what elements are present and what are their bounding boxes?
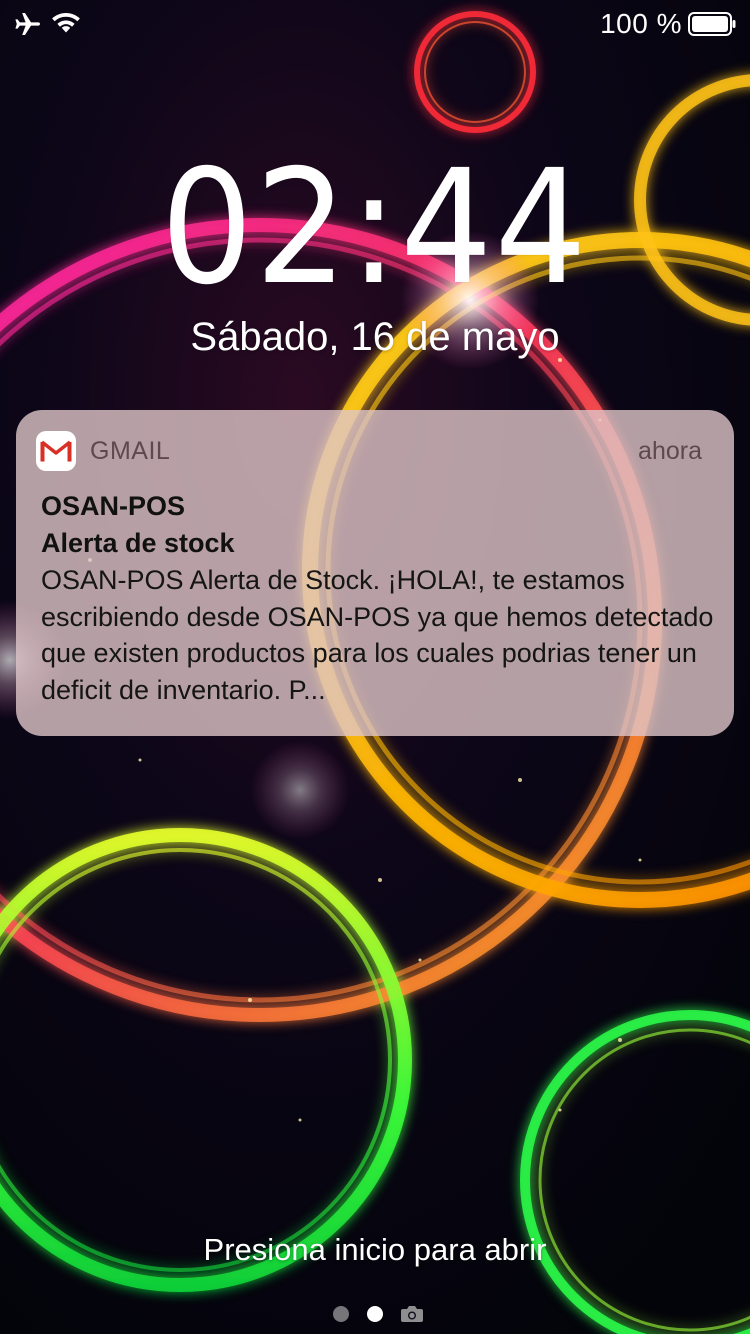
camera-icon[interactable] bbox=[400, 1304, 424, 1324]
page-dot-widgets[interactable] bbox=[333, 1306, 349, 1322]
gmail-notification[interactable]: GMAIL ahora OSAN-POS Alerta de stock OSA… bbox=[16, 410, 734, 736]
wifi-icon bbox=[52, 13, 80, 33]
lock-screen-date: Sábado, 16 de mayo bbox=[190, 315, 560, 359]
notification-time: ahora bbox=[638, 437, 702, 465]
unlock-hint: Presiona inicio para abrir bbox=[203, 1232, 547, 1267]
status-bar: 100 % bbox=[0, 0, 750, 48]
notification-app-name: GMAIL bbox=[90, 437, 171, 465]
battery-full-icon bbox=[688, 12, 736, 36]
battery-percentage: 100 % bbox=[600, 8, 682, 39]
notification-body: OSAN-POS Alerta de Stock. ¡HOLA!, te est… bbox=[41, 565, 714, 705]
clock-time: 02:44 bbox=[160, 136, 590, 320]
airplane-icon bbox=[15, 13, 40, 35]
gmail-icon bbox=[36, 431, 76, 471]
notification-title: OSAN-POS bbox=[41, 491, 186, 521]
lock-screen-clock: 02:44 bbox=[0, 138, 750, 318]
notification-header: GMAIL ahora bbox=[16, 410, 734, 494]
page-indicator[interactable] bbox=[330, 1302, 430, 1326]
notification-subtitle: Alerta de stock bbox=[41, 528, 235, 558]
page-dot-current[interactable] bbox=[367, 1306, 383, 1322]
